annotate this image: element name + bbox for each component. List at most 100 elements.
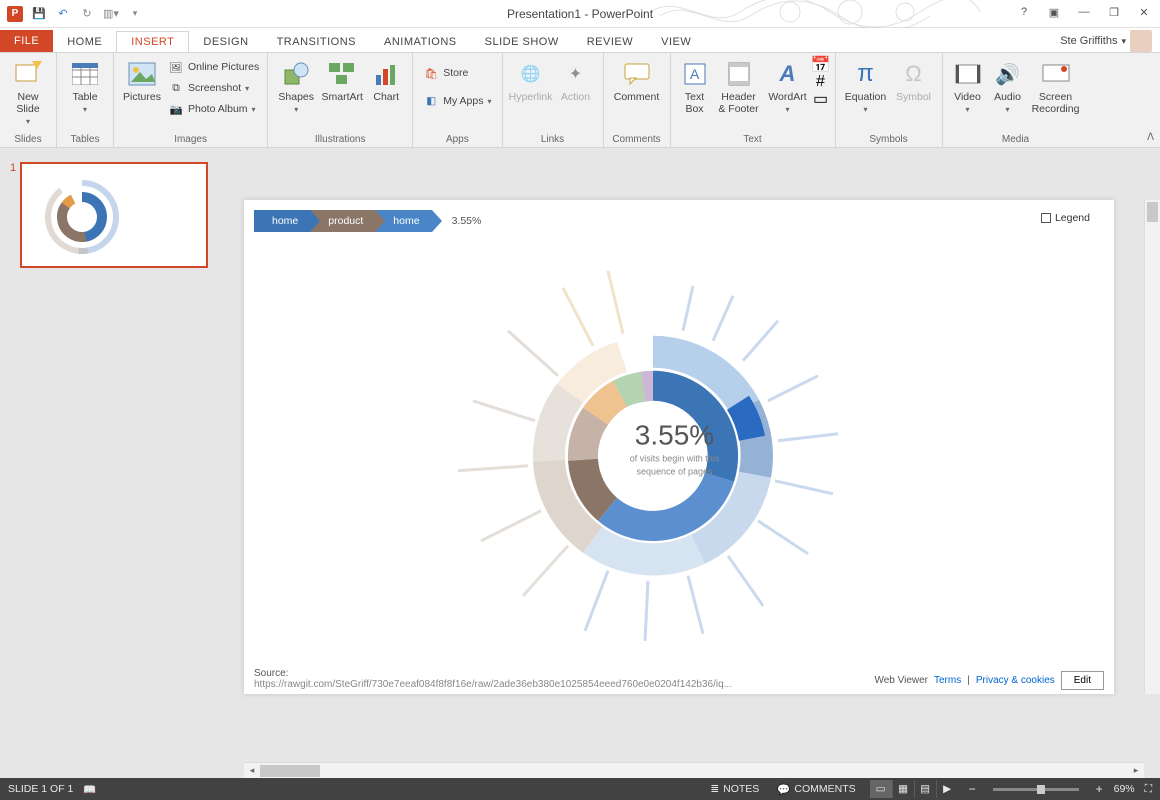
tab-file[interactable]: FILE <box>0 30 53 52</box>
table-button[interactable]: Table ▾ <box>63 57 107 116</box>
redo-icon[interactable]: ↻ <box>76 3 98 25</box>
reading-view-button[interactable]: ▤ <box>914 780 936 798</box>
wordart-icon: A <box>773 59 803 89</box>
date-time-icon[interactable]: 📅 <box>813 57 829 73</box>
comment-button[interactable]: Comment <box>610 57 664 105</box>
tab-insert[interactable]: INSERT <box>116 31 189 53</box>
video-button[interactable]: Video▾ <box>949 57 987 116</box>
notes-button[interactable]: ≣NOTES <box>706 783 763 795</box>
header-footer-button[interactable]: Header & Footer <box>715 57 763 117</box>
tab-slideshow[interactable]: SLIDE SHOW <box>471 32 573 52</box>
symbol-button: ΩSymbol <box>892 57 936 105</box>
tab-animations[interactable]: ANIMATIONS <box>370 32 471 52</box>
vertical-scrollbar[interactable] <box>1144 200 1160 694</box>
smartart-button[interactable]: SmartArt <box>320 57 364 105</box>
web-viewer-footer: Source: https://rawgit.com/SteGriff/730e… <box>254 668 1104 690</box>
online-pictures-button[interactable]: 🖼Online Pictures <box>166 57 261 77</box>
new-slide-button[interactable]: New Slide ▾ <box>6 57 50 128</box>
chart-button[interactable]: Chart <box>366 57 406 105</box>
hyperlink-button: 🌐Hyperlink <box>509 57 553 105</box>
slide-sorter-button[interactable]: ▦ <box>892 780 914 798</box>
scrollbar-thumb[interactable] <box>260 765 320 777</box>
group-slides: New Slide ▾ Slides <box>0 53 57 147</box>
window-title: Presentation1 - PowerPoint <box>507 7 653 21</box>
tab-transitions[interactable]: TRANSITIONS <box>263 32 370 52</box>
screenshot-button[interactable]: ⧉Screenshot ▾ <box>166 78 261 98</box>
wordart-button[interactable]: AWordArt▾ <box>765 57 811 116</box>
tab-home[interactable]: HOME <box>53 32 116 52</box>
tab-review[interactable]: REVIEW <box>573 32 647 52</box>
group-comments: Comment Comments <box>604 53 671 147</box>
undo-icon[interactable]: ↶ <box>52 3 74 25</box>
source-label: Source: <box>254 668 732 679</box>
store-button[interactable]: 🛍Store <box>421 63 493 83</box>
scroll-left-icon[interactable]: ◂ <box>244 763 260 779</box>
privacy-link[interactable]: Privacy & cookies <box>976 675 1055 686</box>
screen-recording-button[interactable]: Screen Recording <box>1029 57 1083 117</box>
zoom-in-button[interactable]: + <box>1095 782 1104 796</box>
group-links: 🌐Hyperlink ✦Action Links <box>503 53 604 147</box>
screen-recording-icon <box>1041 59 1071 89</box>
equation-button[interactable]: πEquation▾ <box>842 57 890 116</box>
status-bar: SLIDE 1 OF 1 📖 ≣NOTES 💬COMMENTS ▭ ▦ ▤ ▶ … <box>0 778 1160 800</box>
ribbon-tabs: FILE HOME INSERT DESIGN TRANSITIONS ANIM… <box>0 28 1160 52</box>
chevron-down-icon: ▾ <box>83 105 87 114</box>
table-icon <box>70 59 100 89</box>
powerpoint-logo-icon: P <box>4 3 26 25</box>
pictures-button[interactable]: Pictures <box>120 57 164 105</box>
object-icon[interactable]: ▭ <box>813 91 829 107</box>
tab-view[interactable]: VIEW <box>647 32 705 52</box>
text-box-icon: A <box>680 59 710 89</box>
save-icon[interactable]: 💾 <box>28 3 50 25</box>
shapes-button[interactable]: Shapes▾ <box>274 57 318 116</box>
user-avatar <box>1130 30 1152 52</box>
slide-number-icon[interactable]: # <box>813 74 829 90</box>
zoom-thumb[interactable] <box>1037 785 1045 794</box>
video-icon <box>953 59 983 89</box>
legend-toggle[interactable]: Legend <box>1041 212 1090 224</box>
comments-button[interactable]: 💬COMMENTS <box>773 783 859 796</box>
web-viewer-label: Web Viewer <box>874 675 928 686</box>
restore-button[interactable]: ❐ <box>1100 2 1128 22</box>
terms-link[interactable]: Terms <box>934 675 961 686</box>
help-icon[interactable]: ? <box>1010 2 1038 22</box>
normal-view-button[interactable]: ▭ <box>870 780 892 798</box>
fit-to-window-button[interactable]: ⛶ <box>1145 783 1152 796</box>
ribbon-display-options-icon[interactable]: ▣ <box>1040 2 1068 22</box>
text-box-button[interactable]: AText Box <box>677 57 713 117</box>
slide-edit-area: home product home 3.55% Legend <box>232 148 1160 778</box>
tab-design[interactable]: DESIGN <box>189 32 262 52</box>
slide-content[interactable]: home product home 3.55% Legend <box>244 200 1114 694</box>
group-apps: 🛍Store ◧My Apps ▾ Apps <box>413 53 502 147</box>
close-button[interactable]: ✕ <box>1130 2 1158 22</box>
account-picker[interactable]: Ste Griffiths ▾ <box>1060 30 1152 52</box>
start-from-beginning-icon[interactable]: ▥▾ <box>100 3 122 25</box>
audio-button[interactable]: 🔊Audio▾ <box>989 57 1027 116</box>
scroll-right-icon[interactable]: ▸ <box>1128 763 1144 779</box>
minimize-button[interactable]: — <box>1070 2 1098 22</box>
comments-icon: 💬 <box>777 783 790 796</box>
slide-thumbnail-pane[interactable]: 1 <box>0 148 232 778</box>
horizontal-scrollbar[interactable]: ◂ ▸ <box>244 762 1144 778</box>
zoom-level[interactable]: 69% <box>1114 783 1135 795</box>
slide-indicator[interactable]: SLIDE 1 OF 1 <box>8 783 73 795</box>
thumbnail-preview <box>20 162 208 268</box>
workspace: 1 home product home <box>0 148 1160 778</box>
scrollbar-track[interactable] <box>260 763 1128 779</box>
slideshow-view-button[interactable]: ▶ <box>936 780 958 798</box>
equation-icon: π <box>851 59 881 89</box>
my-apps-button[interactable]: ◧My Apps ▾ <box>421 91 493 111</box>
action-button: ✦Action <box>555 57 597 105</box>
spell-check-icon[interactable]: 📖 <box>83 783 96 796</box>
chevron-down-icon: ▾ <box>1121 36 1126 47</box>
thumbnail-1[interactable]: 1 <box>10 162 222 268</box>
scrollbar-thumb[interactable] <box>1147 202 1158 222</box>
collapse-ribbon-icon[interactable]: ᐱ <box>1147 132 1154 143</box>
crumb-home[interactable]: home <box>254 210 310 232</box>
zoom-out-button[interactable]: − <box>968 782 977 796</box>
zoom-slider[interactable] <box>993 788 1079 791</box>
qat-customize-icon[interactable]: ▾ <box>124 3 146 25</box>
edit-button[interactable]: Edit <box>1061 671 1104 690</box>
ribbon-insert: New Slide ▾ Slides Table ▾ Tables Pictur… <box>0 52 1160 148</box>
photo-album-button[interactable]: 📷Photo Album ▾ <box>166 99 261 119</box>
